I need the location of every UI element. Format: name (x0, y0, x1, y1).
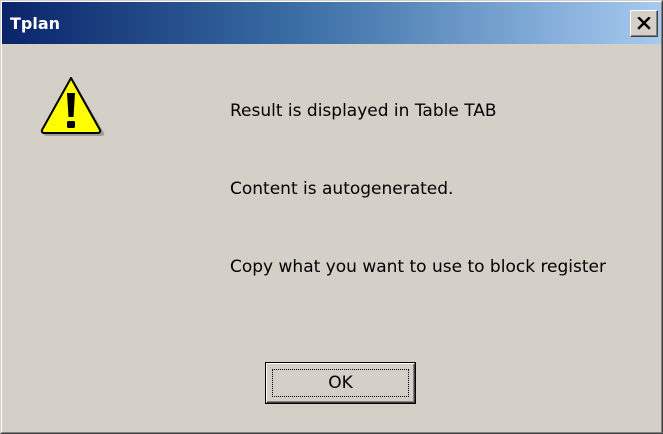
message-line-2: Content is autogenerated. (230, 179, 454, 199)
message-line-1: Result is displayed in Table TAB (230, 101, 497, 121)
ok-button-label: OK (328, 373, 353, 393)
warning-icon (40, 77, 105, 136)
title-bar[interactable]: Tplan (2, 2, 661, 44)
window-title: Tplan (10, 13, 61, 33)
close-button[interactable] (630, 10, 658, 37)
ok-button[interactable]: OK (265, 362, 416, 404)
message-line-3: Copy what you want to use to block regis… (230, 257, 607, 277)
message-dialog: Tplan Result is displayed in Table TAB C… (0, 0, 663, 434)
close-icon (637, 17, 651, 30)
